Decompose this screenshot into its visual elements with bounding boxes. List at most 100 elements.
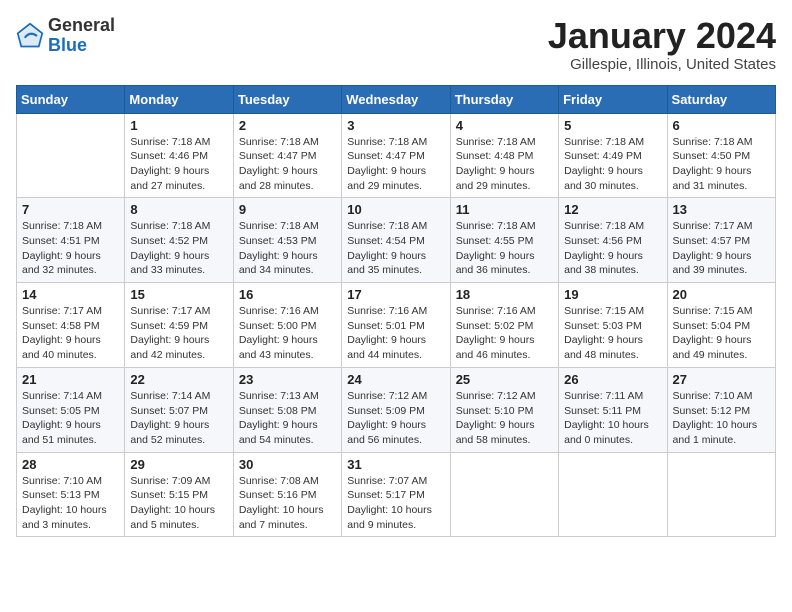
weekday-header-friday: Friday — [559, 85, 667, 113]
calendar-week-2: 7 Sunrise: 7:18 AM Sunset: 4:51 PM Daylig… — [17, 198, 776, 283]
day-number: 30 — [239, 457, 336, 472]
day-number: 9 — [239, 202, 336, 217]
day-info: Sunrise: 7:17 AM Sunset: 4:58 PM Dayligh… — [22, 304, 119, 363]
calendar-cell: 7 Sunrise: 7:18 AM Sunset: 4:51 PM Daylig… — [17, 198, 125, 283]
calendar-cell — [17, 113, 125, 198]
calendar-cell: 17Sunrise: 7:16 AM Sunset: 5:01 PM Dayli… — [342, 283, 450, 368]
day-info: Sunrise: 7:18 AM Sunset: 4:50 PM Dayligh… — [673, 135, 770, 194]
day-info: Sunrise: 7:12 AM Sunset: 5:09 PM Dayligh… — [347, 389, 444, 448]
calendar-week-4: 21Sunrise: 7:14 AM Sunset: 5:05 PM Dayli… — [17, 367, 776, 452]
day-number: 29 — [130, 457, 227, 472]
logo-general: General — [48, 15, 115, 35]
calendar-cell: 9 Sunrise: 7:18 AM Sunset: 4:53 PM Daylig… — [233, 198, 341, 283]
day-info: Sunrise: 7:15 AM Sunset: 5:03 PM Dayligh… — [564, 304, 661, 363]
calendar-cell: 8Sunrise: 7:18 AM Sunset: 4:52 PM Daylig… — [125, 198, 233, 283]
day-number: 11 — [456, 202, 553, 217]
calendar-cell: 21Sunrise: 7:14 AM Sunset: 5:05 PM Dayli… — [17, 367, 125, 452]
calendar-week-1: 1Sunrise: 7:18 AM Sunset: 4:46 PM Daylig… — [17, 113, 776, 198]
day-info: Sunrise: 7:15 AM Sunset: 5:04 PM Dayligh… — [673, 304, 770, 363]
day-info: Sunrise: 7:16 AM Sunset: 5:02 PM Dayligh… — [456, 304, 553, 363]
day-number: 31 — [347, 457, 444, 472]
calendar-cell: 24Sunrise: 7:12 AM Sunset: 5:09 PM Dayli… — [342, 367, 450, 452]
logo: General Blue — [16, 16, 115, 56]
calendar-cell: 6 Sunrise: 7:18 AM Sunset: 4:50 PM Daylig… — [667, 113, 775, 198]
calendar-cell: 4 Sunrise: 7:18 AM Sunset: 4:48 PM Daylig… — [450, 113, 558, 198]
day-number: 4 — [456, 118, 553, 133]
day-number: 22 — [130, 372, 227, 387]
day-info: Sunrise: 7:18 AM Sunset: 4:51 PM Dayligh… — [22, 219, 119, 278]
day-info: Sunrise: 7:17 AM Sunset: 4:57 PM Dayligh… — [673, 219, 770, 278]
day-number: 28 — [22, 457, 119, 472]
day-number: 8 — [130, 202, 227, 217]
day-number: 21 — [22, 372, 119, 387]
calendar-cell — [667, 452, 775, 537]
calendar-cell: 31 Sunrise: 7:07 AM Sunset: 5:17 PM Dayli… — [342, 452, 450, 537]
day-info: Sunrise: 7:07 AM Sunset: 5:17 PM Dayligh… — [347, 474, 444, 533]
day-info: Sunrise: 7:18 AM Sunset: 4:47 PM Dayligh… — [239, 135, 336, 194]
day-info: Sunrise: 7:18 AM Sunset: 4:56 PM Dayligh… — [564, 219, 661, 278]
day-number: 15 — [130, 287, 227, 302]
day-info: Sunrise: 7:13 AM Sunset: 5:08 PM Dayligh… — [239, 389, 336, 448]
calendar-cell: 28 Sunrise: 7:10 AM Sunset: 5:13 PM Dayli… — [17, 452, 125, 537]
day-number: 27 — [673, 372, 770, 387]
day-number: 23 — [239, 372, 336, 387]
title-block: January 2024 Gillespie, Illinois, United… — [548, 16, 776, 73]
calendar-cell: 5 Sunrise: 7:18 AM Sunset: 4:49 PM Daylig… — [559, 113, 667, 198]
weekday-header-wednesday: Wednesday — [342, 85, 450, 113]
calendar-cell: 19 Sunrise: 7:15 AM Sunset: 5:03 PM Dayli… — [559, 283, 667, 368]
day-info: Sunrise: 7:18 AM Sunset: 4:48 PM Dayligh… — [456, 135, 553, 194]
calendar-cell: 16Sunrise: 7:16 AM Sunset: 5:00 PM Dayli… — [233, 283, 341, 368]
day-info: Sunrise: 7:18 AM Sunset: 4:53 PM Dayligh… — [239, 219, 336, 278]
day-number: 19 — [564, 287, 661, 302]
calendar-week-5: 28 Sunrise: 7:10 AM Sunset: 5:13 PM Dayli… — [17, 452, 776, 537]
calendar-cell: 30Sunrise: 7:08 AM Sunset: 5:16 PM Dayli… — [233, 452, 341, 537]
day-number: 25 — [456, 372, 553, 387]
day-number: 26 — [564, 372, 661, 387]
location-subtitle: Gillespie, Illinois, United States — [548, 56, 776, 73]
calendar-cell: 27 Sunrise: 7:10 AM Sunset: 5:12 PM Dayli… — [667, 367, 775, 452]
logo-icon — [16, 22, 44, 50]
weekday-header-monday: Monday — [125, 85, 233, 113]
day-info: Sunrise: 7:18 AM Sunset: 4:55 PM Dayligh… — [456, 219, 553, 278]
day-number: 5 — [564, 118, 661, 133]
calendar-cell: 20Sunrise: 7:15 AM Sunset: 5:04 PM Dayli… — [667, 283, 775, 368]
day-info: Sunrise: 7:18 AM Sunset: 4:46 PM Dayligh… — [130, 135, 227, 194]
calendar-cell: 10Sunrise: 7:18 AM Sunset: 4:54 PM Dayli… — [342, 198, 450, 283]
day-number: 18 — [456, 287, 553, 302]
day-number: 7 — [22, 202, 119, 217]
logo-blue: Blue — [48, 35, 87, 55]
day-info: Sunrise: 7:10 AM Sunset: 5:13 PM Dayligh… — [22, 474, 119, 533]
day-number: 17 — [347, 287, 444, 302]
calendar-cell: 12 Sunrise: 7:18 AM Sunset: 4:56 PM Dayli… — [559, 198, 667, 283]
calendar-cell: 3 Sunrise: 7:18 AM Sunset: 4:47 PM Daylig… — [342, 113, 450, 198]
calendar-cell: 14 Sunrise: 7:17 AM Sunset: 4:58 PM Dayli… — [17, 283, 125, 368]
day-number: 14 — [22, 287, 119, 302]
month-title: January 2024 — [548, 16, 776, 56]
day-info: Sunrise: 7:12 AM Sunset: 5:10 PM Dayligh… — [456, 389, 553, 448]
day-number: 16 — [239, 287, 336, 302]
day-number: 12 — [564, 202, 661, 217]
calendar-cell: 26 Sunrise: 7:11 AM Sunset: 5:11 PM Dayli… — [559, 367, 667, 452]
day-info: Sunrise: 7:10 AM Sunset: 5:12 PM Dayligh… — [673, 389, 770, 448]
weekday-header-saturday: Saturday — [667, 85, 775, 113]
day-info: Sunrise: 7:18 AM Sunset: 4:49 PM Dayligh… — [564, 135, 661, 194]
day-info: Sunrise: 7:18 AM Sunset: 4:47 PM Dayligh… — [347, 135, 444, 194]
weekday-header-thursday: Thursday — [450, 85, 558, 113]
calendar-cell: 22 Sunrise: 7:14 AM Sunset: 5:07 PM Dayli… — [125, 367, 233, 452]
day-info: Sunrise: 7:14 AM Sunset: 5:07 PM Dayligh… — [130, 389, 227, 448]
logo-text: General Blue — [48, 16, 115, 56]
calendar-cell: 15Sunrise: 7:17 AM Sunset: 4:59 PM Dayli… — [125, 283, 233, 368]
calendar-week-3: 14 Sunrise: 7:17 AM Sunset: 4:58 PM Dayli… — [17, 283, 776, 368]
calendar-cell: 18 Sunrise: 7:16 AM Sunset: 5:02 PM Dayli… — [450, 283, 558, 368]
day-info: Sunrise: 7:18 AM Sunset: 4:54 PM Dayligh… — [347, 219, 444, 278]
calendar-cell: 29Sunrise: 7:09 AM Sunset: 5:15 PM Dayli… — [125, 452, 233, 537]
calendar-cell — [559, 452, 667, 537]
day-number: 2 — [239, 118, 336, 133]
day-number: 6 — [673, 118, 770, 133]
day-number: 3 — [347, 118, 444, 133]
calendar-cell — [450, 452, 558, 537]
weekday-header-tuesday: Tuesday — [233, 85, 341, 113]
weekday-header-sunday: Sunday — [17, 85, 125, 113]
day-info: Sunrise: 7:11 AM Sunset: 5:11 PM Dayligh… — [564, 389, 661, 448]
calendar-cell: 23 Sunrise: 7:13 AM Sunset: 5:08 PM Dayli… — [233, 367, 341, 452]
